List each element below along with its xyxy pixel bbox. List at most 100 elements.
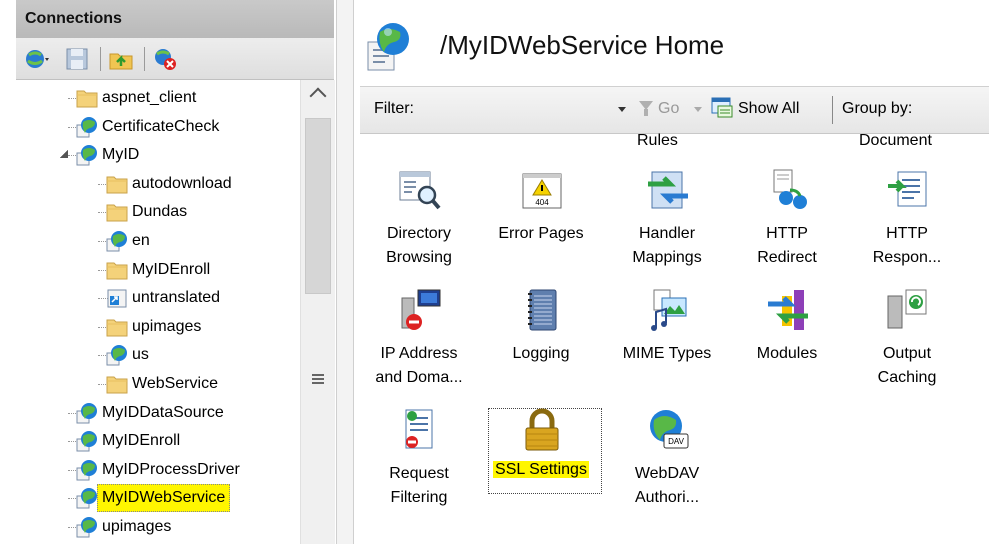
feature-label: Error Pages: [498, 225, 584, 242]
application-globe-icon: [76, 459, 98, 481]
scroll-up-arrow-icon[interactable]: [309, 87, 327, 105]
tree-item[interactable]: MyID: [16, 141, 300, 169]
tree-item[interactable]: en: [16, 227, 300, 255]
feature-request-filtering[interactable]: Request Filtering: [360, 408, 478, 518]
mime-types-icon: [646, 288, 690, 332]
feature-mime-types[interactable]: MIME Types: [608, 288, 726, 398]
tree-item[interactable]: MyIDEnroll: [16, 427, 300, 455]
tree-item-label: untranslated: [132, 289, 221, 307]
tree-item[interactable]: MyIDEnroll: [16, 256, 300, 284]
scrollbar-thumb[interactable]: [305, 118, 331, 294]
folder-icon: [106, 259, 128, 281]
tree-item[interactable]: autodownload: [16, 170, 300, 198]
feature-error-pages[interactable]: 404 Error Pages: [482, 168, 600, 278]
feature-modules[interactable]: Modules: [728, 288, 846, 398]
filter-dropdown-arrow-icon[interactable]: [618, 107, 626, 112]
tree-scrollbar[interactable]: [300, 80, 335, 544]
show-all-icon[interactable]: [710, 96, 734, 120]
expand-arrow-icon[interactable]: [59, 462, 67, 477]
directory-browsing-icon: [398, 168, 442, 212]
virtual-directory-icon: [106, 287, 128, 309]
feature-label: SSL Settings: [491, 458, 591, 482]
error-pages-icon: 404: [520, 168, 564, 212]
tree-item[interactable]: MyIDWebService: [16, 484, 300, 513]
feature-label: MIME Types: [622, 345, 712, 362]
up-folder-icon[interactable]: [108, 46, 134, 72]
feature-label: Directory Browsing: [386, 225, 452, 266]
tree-item[interactable]: MyIDProcessDriver: [16, 456, 300, 484]
feature-label: HTTP Respon...: [872, 225, 942, 266]
expand-arrow-icon[interactable]: [59, 405, 67, 420]
tree-item-label: MyIDDataSource: [102, 403, 224, 421]
folder-icon: [106, 173, 128, 195]
feature-ip-address[interactable]: IP Address and Doma...: [360, 288, 478, 398]
feature-label: IP Address and Doma...: [375, 345, 463, 386]
expand-arrow-icon[interactable]: [59, 520, 67, 534]
funnel-icon[interactable]: [639, 101, 653, 116]
feature-label: WebDAV Authori...: [634, 465, 700, 506]
tree-item[interactable]: MyIDDataSource: [16, 399, 300, 427]
request-filtering-icon: [398, 408, 442, 452]
tree-item[interactable]: CertificateCheck: [16, 113, 300, 141]
filter-label: Filter:: [374, 100, 414, 117]
feature-webdav[interactable]: DAV WebDAV Authori...: [608, 408, 726, 518]
expand-arrow-icon[interactable]: [89, 262, 97, 277]
application-globe-icon: [106, 230, 128, 252]
tree-item[interactable]: WebService: [16, 370, 300, 398]
expand-arrow-icon[interactable]: [59, 91, 67, 105]
tree-item-label: MyIDEnroll: [132, 260, 211, 278]
expand-arrow-icon[interactable]: [59, 119, 67, 134]
connections-header: Connections: [16, 0, 334, 38]
show-all-button[interactable]: Show All: [738, 100, 799, 118]
feature-lock[interactable]: SSL Settings: [482, 408, 600, 518]
collapse-arrow-icon[interactable]: [60, 150, 68, 159]
expand-arrow-icon[interactable]: [89, 319, 97, 334]
tree-item-label: aspnet_client: [102, 89, 197, 106]
feature-output-caching[interactable]: Output Caching: [848, 288, 966, 398]
modules-icon: [766, 288, 810, 332]
expand-arrow-icon[interactable]: [89, 377, 97, 391]
tree-item[interactable]: aspnet_client: [16, 84, 300, 112]
feature-http-redirect[interactable]: HTTP Redirect: [728, 168, 846, 278]
feature-label-document: Document: [859, 132, 932, 149]
feature-directory-browsing[interactable]: Directory Browsing: [360, 168, 478, 278]
expand-arrow-icon[interactable]: [59, 434, 67, 449]
expand-arrow-icon[interactable]: [89, 176, 97, 191]
feature-label-rules: Rules: [637, 132, 678, 149]
tree-item-label: WebService: [132, 375, 218, 392]
http-redirect-icon: [766, 168, 810, 212]
group-by-dropdown[interactable]: Group by:: [842, 100, 912, 118]
tree-item[interactable]: us: [16, 341, 300, 369]
pane-splitter[interactable]: [336, 0, 354, 544]
tree-item[interactable]: upimages: [16, 313, 300, 341]
feature-label-selected: SSL Settings: [493, 461, 589, 478]
logging-icon: [520, 288, 564, 332]
expand-arrow-icon[interactable]: [89, 234, 97, 248]
tree-item-label: MyIDWebService: [97, 484, 231, 513]
disconnect-icon[interactable]: [152, 46, 178, 72]
tree-item[interactable]: Dundas: [16, 198, 300, 226]
feature-handler-mappings[interactable]: Handler Mappings: [608, 168, 726, 278]
go-dropdown-arrow-icon[interactable]: [694, 107, 702, 112]
connect-icon[interactable]: [24, 46, 50, 72]
expand-arrow-icon[interactable]: [89, 348, 97, 363]
feature-logging[interactable]: Logging: [482, 288, 600, 398]
features-pane: /MyIDWebService Home Filter: Go Show All…: [354, 0, 989, 544]
tree-item[interactable]: untranslated: [16, 284, 300, 312]
tree-item[interactable]: upimages: [16, 513, 300, 541]
expand-arrow-icon[interactable]: [89, 205, 97, 220]
application-globe-icon: [76, 430, 98, 452]
tree-item-label: MyIDEnroll: [102, 432, 181, 450]
tree-item-label: MyID: [102, 146, 140, 164]
save-icon[interactable]: [64, 46, 90, 72]
feature-http-response[interactable]: HTTP Respon...: [848, 168, 966, 278]
application-globe-icon: [76, 116, 98, 138]
expand-arrow-icon[interactable]: [59, 491, 67, 506]
tree-item-label: us: [132, 346, 149, 364]
lock-icon: [520, 408, 564, 452]
expand-arrow-icon[interactable]: [89, 291, 97, 306]
go-button[interactable]: Go: [658, 100, 679, 118]
page-title: /MyIDWebService Home: [440, 30, 725, 60]
connections-tree: aspnet_client CertificateCheck MyID autodow…: [16, 80, 300, 544]
filter-input[interactable]: [430, 94, 618, 126]
